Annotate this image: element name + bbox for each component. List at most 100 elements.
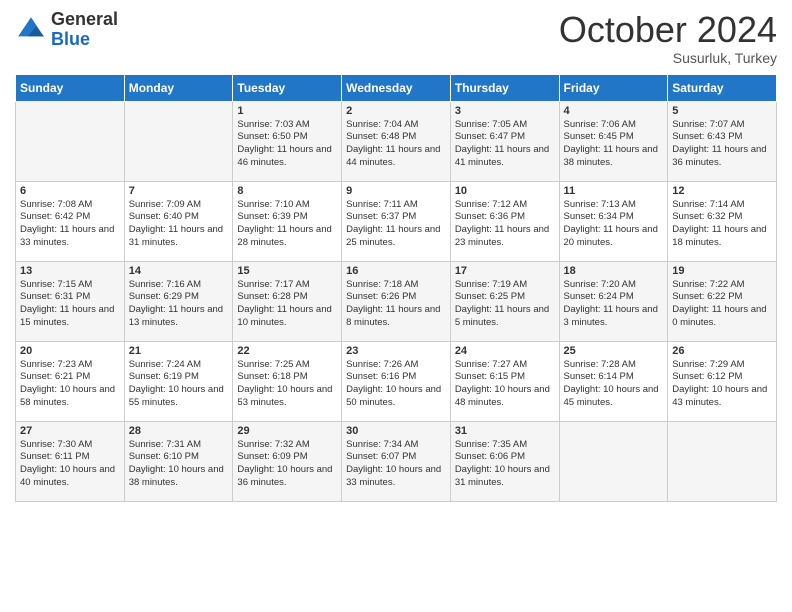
cell-content: Sunrise: 7:15 AM Sunset: 6:31 PM Dayligh… xyxy=(20,279,120,330)
calendar-cell: 24 Sunrise: 7:27 AM Sunset: 6:15 PM Dayli… xyxy=(450,341,559,421)
calendar-cell: 11 Sunrise: 7:13 AM Sunset: 6:34 PM Dayli… xyxy=(559,181,668,261)
day-number: 4 xyxy=(564,105,664,117)
day-number: 25 xyxy=(564,345,664,357)
day-number: 16 xyxy=(346,265,446,277)
day-number: 12 xyxy=(672,185,772,197)
day-number: 9 xyxy=(346,185,446,197)
day-number: 15 xyxy=(237,265,337,277)
day-number: 27 xyxy=(20,425,120,437)
cell-content: Sunrise: 7:25 AM Sunset: 6:18 PM Dayligh… xyxy=(237,359,337,410)
cell-content: Sunrise: 7:27 AM Sunset: 6:15 PM Dayligh… xyxy=(455,359,555,410)
calendar-cell: 20 Sunrise: 7:23 AM Sunset: 6:21 PM Dayli… xyxy=(16,341,125,421)
header: General Blue October 2024 Susurluk, Turk… xyxy=(15,10,777,66)
cell-content: Sunrise: 7:20 AM Sunset: 6:24 PM Dayligh… xyxy=(564,279,664,330)
day-number: 8 xyxy=(237,185,337,197)
calendar-cell: 22 Sunrise: 7:25 AM Sunset: 6:18 PM Dayli… xyxy=(233,341,342,421)
day-number: 20 xyxy=(20,345,120,357)
calendar-cell: 8 Sunrise: 7:10 AM Sunset: 6:39 PM Daylig… xyxy=(233,181,342,261)
cell-content: Sunrise: 7:04 AM Sunset: 6:48 PM Dayligh… xyxy=(346,119,446,170)
cell-content: Sunrise: 7:10 AM Sunset: 6:39 PM Dayligh… xyxy=(237,199,337,250)
calendar-cell: 16 Sunrise: 7:18 AM Sunset: 6:26 PM Dayli… xyxy=(342,261,451,341)
cell-content: Sunrise: 7:26 AM Sunset: 6:16 PM Dayligh… xyxy=(346,359,446,410)
calendar-cell: 10 Sunrise: 7:12 AM Sunset: 6:36 PM Dayli… xyxy=(450,181,559,261)
calendar-cell: 18Sunrise: 7:20 AM Sunset: 6:24 PM Dayli… xyxy=(559,261,668,341)
day-number: 10 xyxy=(455,185,555,197)
day-number: 23 xyxy=(346,345,446,357)
calendar-cell: 28 Sunrise: 7:31 AM Sunset: 6:10 PM Dayli… xyxy=(124,421,233,501)
cell-content: Sunrise: 7:30 AM Sunset: 6:11 PM Dayligh… xyxy=(20,439,120,490)
column-header-tuesday: Tuesday xyxy=(233,74,342,101)
day-number: 31 xyxy=(455,425,555,437)
cell-content: Sunrise: 7:28 AM Sunset: 6:14 PM Dayligh… xyxy=(564,359,664,410)
column-header-friday: Friday xyxy=(559,74,668,101)
column-header-wednesday: Wednesday xyxy=(342,74,451,101)
location-subtitle: Susurluk, Turkey xyxy=(559,50,777,66)
calendar-cell: 26 Sunrise: 7:29 AM Sunset: 6:12 PM Dayli… xyxy=(668,341,777,421)
day-number: 5 xyxy=(672,105,772,117)
column-header-monday: Monday xyxy=(124,74,233,101)
column-header-thursday: Thursday xyxy=(450,74,559,101)
cell-content: Sunrise: 7:05 AM Sunset: 6:47 PM Dayligh… xyxy=(455,119,555,170)
cell-content: Sunrise: 7:13 AM Sunset: 6:34 PM Dayligh… xyxy=(564,199,664,250)
day-number: 24 xyxy=(455,345,555,357)
calendar-cell: 25 Sunrise: 7:28 AM Sunset: 6:14 PM Dayli… xyxy=(559,341,668,421)
day-number: 2 xyxy=(346,105,446,117)
calendar-cell: 7Sunrise: 7:09 AM Sunset: 6:40 PM Daylig… xyxy=(124,181,233,261)
day-number: 28 xyxy=(129,425,229,437)
week-row-1: 1Sunrise: 7:03 AM Sunset: 6:50 PM Daylig… xyxy=(16,101,777,181)
header-row: SundayMondayTuesdayWednesdayThursdayFrid… xyxy=(16,74,777,101)
cell-content: Sunrise: 7:09 AM Sunset: 6:40 PM Dayligh… xyxy=(129,199,229,250)
calendar-cell: 2 Sunrise: 7:04 AM Sunset: 6:48 PM Daylig… xyxy=(342,101,451,181)
day-number: 13 xyxy=(20,265,120,277)
logo-general-text: General xyxy=(51,10,118,30)
calendar-cell: 4 Sunrise: 7:06 AM Sunset: 6:45 PM Daylig… xyxy=(559,101,668,181)
title-block: October 2024 Susurluk, Turkey xyxy=(559,10,777,66)
cell-content: Sunrise: 7:34 AM Sunset: 6:07 PM Dayligh… xyxy=(346,439,446,490)
cell-content: Sunrise: 7:19 AM Sunset: 6:25 PM Dayligh… xyxy=(455,279,555,330)
calendar-cell: 5Sunrise: 7:07 AM Sunset: 6:43 PM Daylig… xyxy=(668,101,777,181)
cell-content: Sunrise: 7:31 AM Sunset: 6:10 PM Dayligh… xyxy=(129,439,229,490)
day-number: 21 xyxy=(129,345,229,357)
day-number: 14 xyxy=(129,265,229,277)
cell-content: Sunrise: 7:16 AM Sunset: 6:29 PM Dayligh… xyxy=(129,279,229,330)
day-number: 29 xyxy=(237,425,337,437)
calendar-cell: 19Sunrise: 7:22 AM Sunset: 6:22 PM Dayli… xyxy=(668,261,777,341)
cell-content: Sunrise: 7:06 AM Sunset: 6:45 PM Dayligh… xyxy=(564,119,664,170)
logo-icon xyxy=(15,14,47,46)
day-number: 11 xyxy=(564,185,664,197)
calendar-table: SundayMondayTuesdayWednesdayThursdayFrid… xyxy=(15,74,777,502)
day-number: 3 xyxy=(455,105,555,117)
day-number: 6 xyxy=(20,185,120,197)
calendar-cell xyxy=(668,421,777,501)
calendar-cell xyxy=(16,101,125,181)
calendar-cell: 12Sunrise: 7:14 AM Sunset: 6:32 PM Dayli… xyxy=(668,181,777,261)
calendar-cell: 9Sunrise: 7:11 AM Sunset: 6:37 PM Daylig… xyxy=(342,181,451,261)
week-row-3: 13 Sunrise: 7:15 AM Sunset: 6:31 PM Dayli… xyxy=(16,261,777,341)
day-number: 1 xyxy=(237,105,337,117)
calendar-cell: 23 Sunrise: 7:26 AM Sunset: 6:16 PM Dayli… xyxy=(342,341,451,421)
day-number: 22 xyxy=(237,345,337,357)
calendar-cell: 3 Sunrise: 7:05 AM Sunset: 6:47 PM Daylig… xyxy=(450,101,559,181)
cell-content: Sunrise: 7:23 AM Sunset: 6:21 PM Dayligh… xyxy=(20,359,120,410)
cell-content: Sunrise: 7:29 AM Sunset: 6:12 PM Dayligh… xyxy=(672,359,772,410)
column-header-saturday: Saturday xyxy=(668,74,777,101)
day-number: 26 xyxy=(672,345,772,357)
calendar-cell: 31 Sunrise: 7:35 AM Sunset: 6:06 PM Dayli… xyxy=(450,421,559,501)
week-row-2: 6Sunrise: 7:08 AM Sunset: 6:42 PM Daylig… xyxy=(16,181,777,261)
calendar-cell: 15Sunrise: 7:17 AM Sunset: 6:28 PM Dayli… xyxy=(233,261,342,341)
calendar-cell: 17 Sunrise: 7:19 AM Sunset: 6:25 PM Dayli… xyxy=(450,261,559,341)
week-row-5: 27 Sunrise: 7:30 AM Sunset: 6:11 PM Dayli… xyxy=(16,421,777,501)
page: General Blue October 2024 Susurluk, Turk… xyxy=(0,0,792,612)
calendar-cell: 6Sunrise: 7:08 AM Sunset: 6:42 PM Daylig… xyxy=(16,181,125,261)
day-number: 19 xyxy=(672,265,772,277)
calendar-cell xyxy=(124,101,233,181)
calendar-cell: 14 Sunrise: 7:16 AM Sunset: 6:29 PM Dayli… xyxy=(124,261,233,341)
column-header-sunday: Sunday xyxy=(16,74,125,101)
cell-content: Sunrise: 7:18 AM Sunset: 6:26 PM Dayligh… xyxy=(346,279,446,330)
day-number: 17 xyxy=(455,265,555,277)
calendar-cell: 1Sunrise: 7:03 AM Sunset: 6:50 PM Daylig… xyxy=(233,101,342,181)
cell-content: Sunrise: 7:12 AM Sunset: 6:36 PM Dayligh… xyxy=(455,199,555,250)
month-title: October 2024 xyxy=(559,10,777,50)
calendar-cell: 21Sunrise: 7:24 AM Sunset: 6:19 PM Dayli… xyxy=(124,341,233,421)
cell-content: Sunrise: 7:35 AM Sunset: 6:06 PM Dayligh… xyxy=(455,439,555,490)
